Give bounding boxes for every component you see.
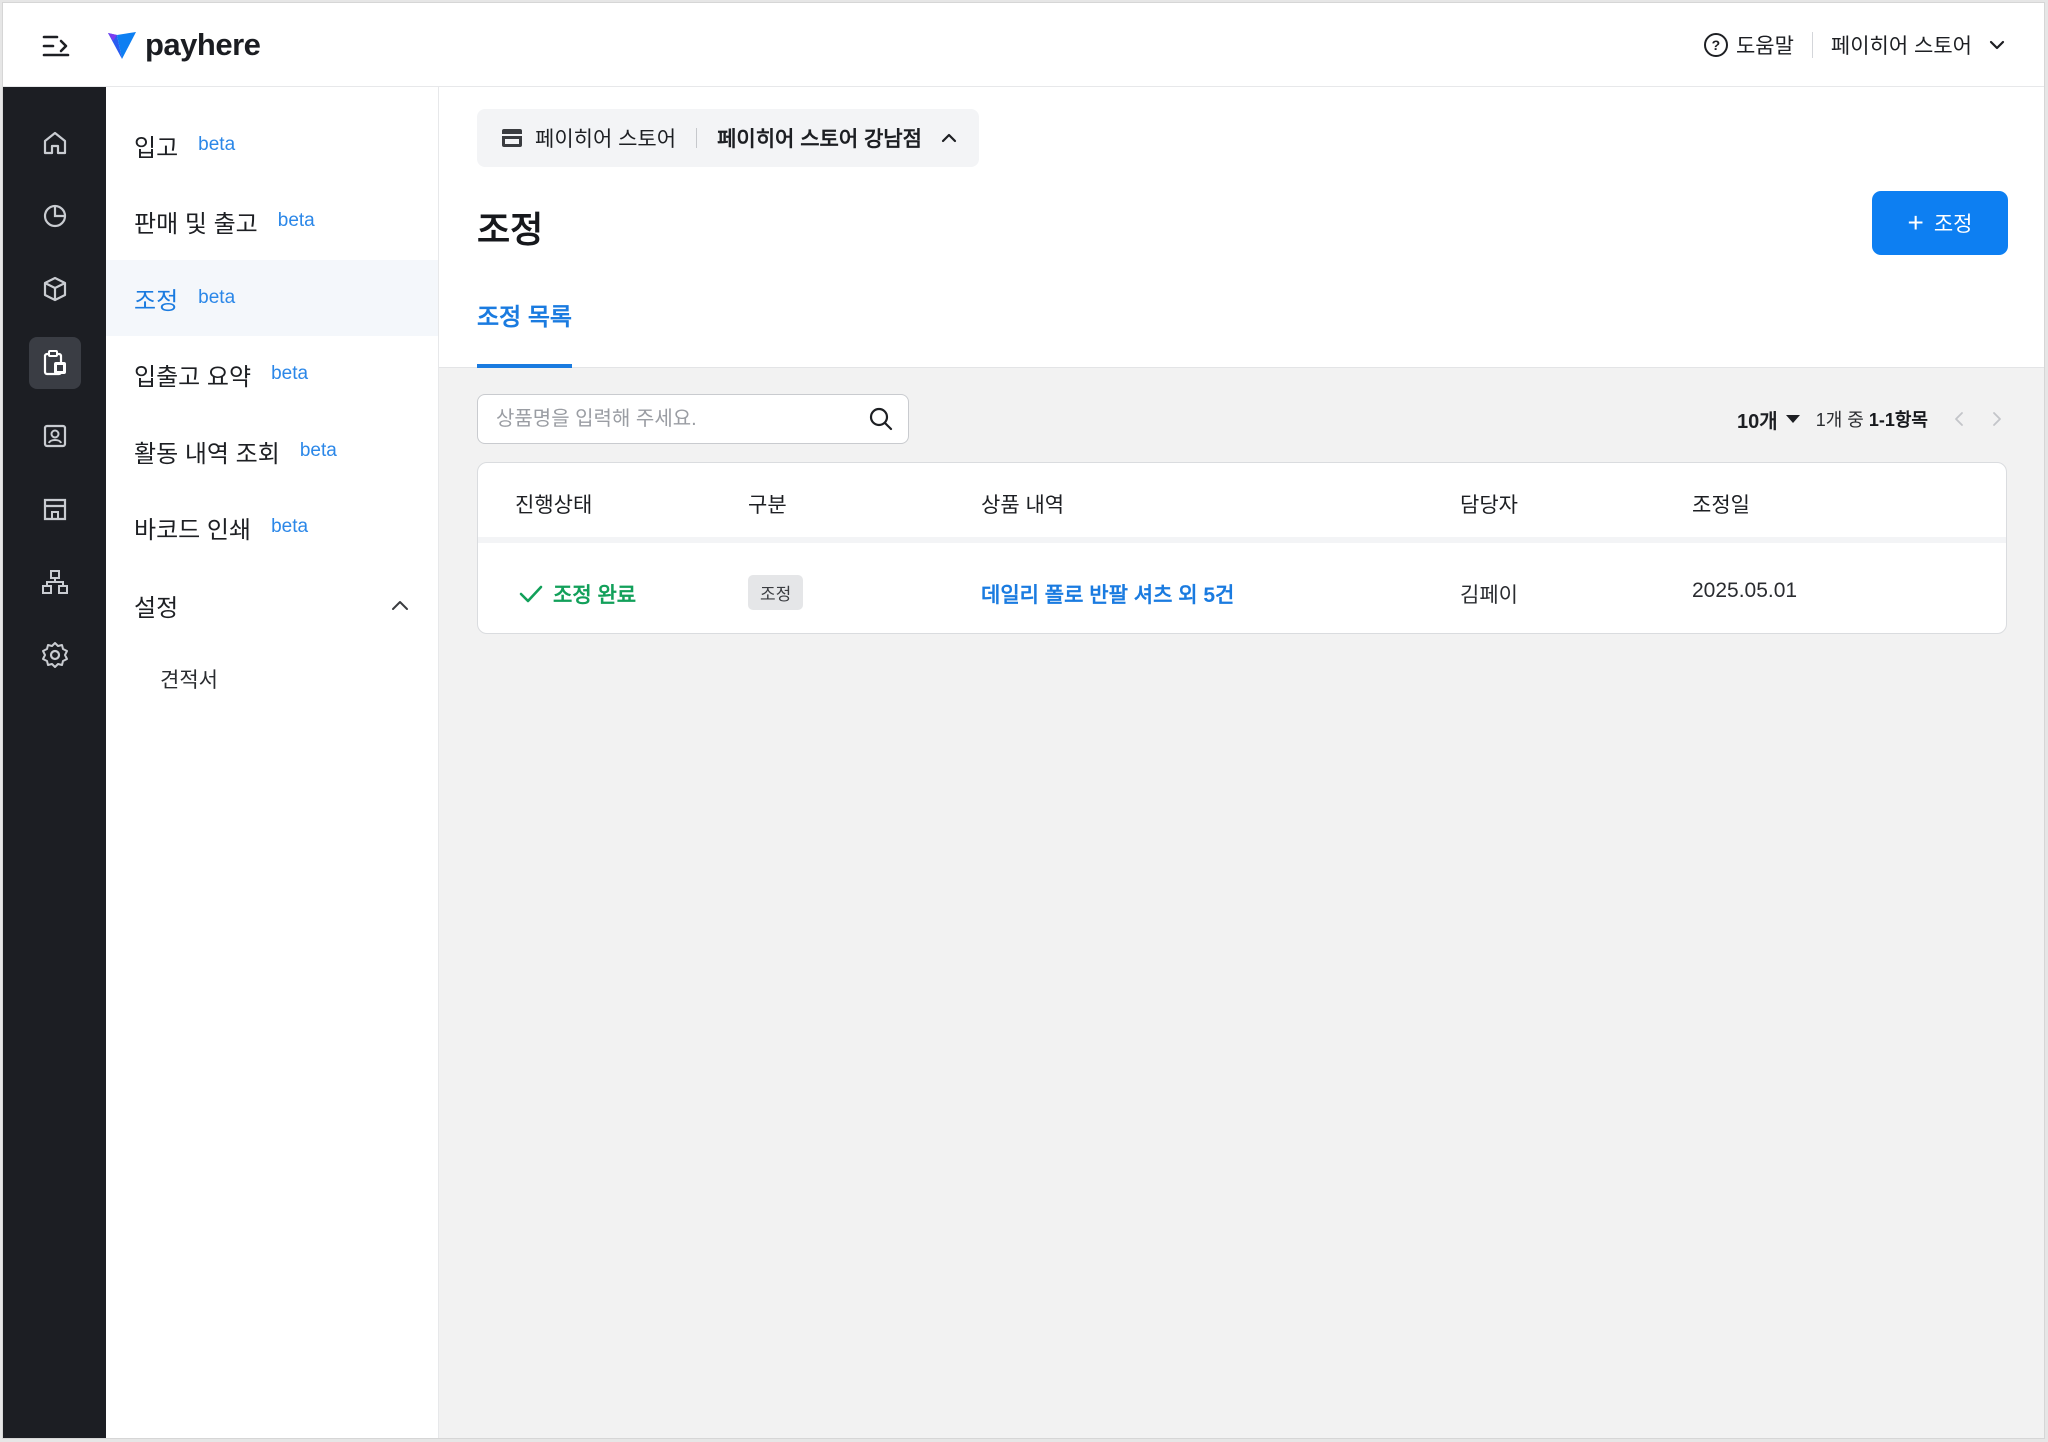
page-size-value: 10개 (1737, 410, 1778, 433)
submenu-item-summary[interactable]: 입출고 요약 beta (106, 336, 438, 412)
icon-rail (3, 87, 106, 1438)
beta-badge: beta (277, 210, 315, 231)
chevron-down-icon (1989, 40, 2005, 50)
submenu-child-label: 견적서 (160, 669, 218, 692)
chevron-left-icon[interactable] (1952, 409, 1966, 429)
plus-icon: + (1907, 207, 1924, 238)
status-cell: 조정 완료 (519, 579, 636, 609)
date-cell: 2025.05.01 (1692, 579, 1798, 602)
store-icon (502, 129, 522, 147)
submenu-item-label: 판매 및 출고 (134, 210, 258, 238)
beta-badge: beta (198, 134, 236, 155)
table-row[interactable]: 조정 완료 조정 데일리 폴로 반팔 셔츠 외 5건 김페이 2025.05.0… (478, 549, 2006, 633)
contact-card-icon (43, 424, 67, 448)
rail-home[interactable] (29, 117, 81, 169)
range-prefix: 1개 중 (1815, 410, 1864, 430)
gear-icon (42, 642, 68, 668)
column-header-manager[interactable]: 담당자 (1460, 489, 1518, 519)
add-button-label: 조정 (1933, 213, 1973, 236)
range-value: 1-1항목 (1868, 410, 1928, 430)
submenu-item-activity-log[interactable]: 활동 내역 조회 beta (106, 413, 438, 489)
logo-text: payhere (145, 27, 261, 62)
page-header: 페이히어 스토어 페이히어 스토어 강남점 조정 + 조정 조정 목록 (439, 87, 2044, 368)
type-badge: 조정 (748, 575, 804, 610)
home-icon (43, 131, 67, 155)
rail-products[interactable] (29, 263, 81, 315)
beta-badge: beta (299, 440, 337, 461)
submenu-item-adjustment[interactable]: 조정 beta (106, 260, 438, 336)
tab-label: 조정 목록 (477, 304, 572, 331)
beta-badge: beta (271, 363, 309, 384)
chevron-up-icon (941, 133, 957, 143)
beta-badge: beta (271, 516, 309, 537)
manager-cell: 김페이 (1460, 584, 1518, 607)
product-search (477, 394, 909, 444)
app-window: payhere ? 도움말 페이히어 스토어 입고 beta 판매 및 출고 b… (2, 2, 2045, 1439)
status-label: 조정 완료 (553, 584, 637, 607)
store-breadcrumb[interactable]: 페이히어 스토어 페이히어 스토어 강남점 (477, 109, 979, 167)
main-content: 페이히어 스토어 페이히어 스토어 강남점 조정 + 조정 조정 목록 상품명을… (439, 87, 2044, 1438)
adjustment-table: 진행상태 구분 상품 내역 담당자 조정일 조정 완료 조정 데일리 폴로 반팔… (477, 462, 2007, 634)
column-header-type[interactable]: 구분 (748, 489, 787, 519)
org-chart-icon (42, 570, 68, 594)
top-header: payhere ? 도움말 페이히어 스토어 (3, 3, 2044, 87)
menu-toggle-icon[interactable] (41, 31, 71, 61)
header-divider (1811, 32, 1813, 58)
product-link[interactable]: 데일리 폴로 반팔 셔츠 외 5건 (981, 579, 1234, 609)
tab-adjustment-list[interactable]: 조정 목록 (477, 297, 572, 368)
store-icon (43, 498, 67, 521)
submenu-item-inbound[interactable]: 입고 beta (106, 107, 438, 183)
rail-settings[interactable] (29, 629, 81, 681)
breadcrumb-current: 페이히어 스토어 강남점 (717, 128, 922, 151)
column-header-products[interactable]: 상품 내역 (981, 489, 1064, 519)
column-header-status[interactable]: 진행상태 (515, 489, 592, 519)
rail-analytics[interactable] (29, 190, 81, 242)
submenu-item-label: 입고 (134, 134, 179, 162)
submenu-item-label: 활동 내역 조회 (134, 440, 280, 468)
box-icon (43, 276, 67, 302)
rail-stores[interactable] (29, 483, 81, 535)
breadcrumb-parent: 페이히어 스토어 (535, 128, 677, 151)
payhere-logo[interactable]: payhere (107, 25, 261, 65)
help-label: 도움말 (1735, 35, 1794, 58)
search-icon[interactable] (868, 406, 894, 432)
header-actions: ? 도움말 페이히어 스토어 (1703, 25, 2006, 65)
inventory-clipboard-icon (43, 350, 66, 376)
breadcrumb-separator (696, 128, 698, 148)
store-name: 페이히어 스토어 (1830, 35, 1972, 58)
rail-inventory[interactable] (29, 337, 81, 389)
table-header: 진행상태 구분 상품 내역 담당자 조정일 (478, 463, 2006, 543)
page-range: 1개 중 1-1항목 (1816, 406, 1928, 432)
beta-badge: beta (198, 287, 236, 308)
active-tab-indicator (477, 364, 572, 368)
payhere-logo-mark-icon (108, 32, 136, 59)
submenu-group-settings[interactable]: 설정 (106, 575, 438, 635)
help-button[interactable]: ? 도움말 (1703, 30, 1794, 60)
submenu-item-label: 조정 (134, 287, 179, 315)
check-icon (519, 585, 543, 603)
chevron-up-icon (392, 601, 408, 610)
question-circle-icon: ? (1703, 33, 1728, 57)
submenu-item-label: 입출고 요약 (134, 363, 252, 391)
search-input[interactable] (496, 407, 868, 431)
inventory-submenu: 입고 beta 판매 및 출고 beta 조정 beta 입출고 요약 beta… (106, 87, 439, 1438)
submenu-item-label: 바코드 인쇄 (134, 516, 252, 544)
column-header-date[interactable]: 조정일 (1692, 489, 1750, 519)
pie-chart-icon (43, 204, 67, 228)
submenu-item-sales-outbound[interactable]: 판매 및 출고 beta (106, 183, 438, 259)
page-title: 조정 (477, 209, 544, 250)
add-adjustment-button[interactable]: + 조정 (1872, 191, 2008, 255)
rail-customers[interactable] (29, 410, 81, 462)
pagination: 10개 1개 중 1-1항목 (1737, 394, 2004, 444)
chevron-right-icon[interactable] (1990, 409, 2004, 429)
page-size-select[interactable]: 10개 (1737, 405, 1800, 434)
rail-organization[interactable] (29, 556, 81, 608)
submenu-item-estimate[interactable]: 견적서 (106, 654, 438, 704)
caret-down-icon (1785, 415, 1800, 423)
submenu-group-label: 설정 (134, 594, 179, 622)
store-switcher-dropdown[interactable]: 페이히어 스토어 (1831, 30, 2006, 60)
submenu-item-barcode-print[interactable]: 바코드 인쇄 beta (106, 489, 438, 565)
